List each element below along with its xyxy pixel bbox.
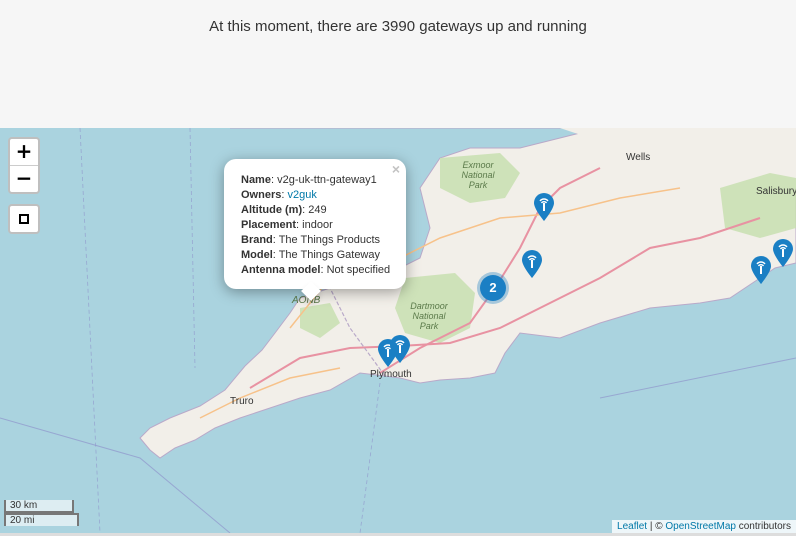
attribution-separator: | © — [647, 521, 666, 532]
osm-link[interactable]: OpenStreetMap — [665, 521, 736, 532]
field-label: Name — [241, 174, 271, 186]
gateway-count-headline: At this moment, there are 3990 gateways … — [209, 18, 587, 35]
field-label: Placement — [241, 219, 297, 231]
field-value: 249 — [308, 204, 327, 216]
field-value: indoor — [302, 219, 333, 231]
field-label: Antenna model — [241, 264, 321, 276]
locate-button[interactable] — [8, 204, 40, 234]
park-label-line: Dartmoor — [410, 301, 448, 311]
place-label: Plymouth — [370, 369, 412, 380]
square-icon — [19, 214, 29, 224]
zoom-out-button[interactable]: − — [10, 166, 38, 192]
gateway-map[interactable]: Wells Salisbury Plymouth Truro AONB Exmo… — [0, 128, 796, 533]
field-label: Model — [241, 249, 273, 261]
popup-field: Antenna model: Not specified — [241, 264, 391, 276]
owner-link[interactable]: v2guk — [287, 189, 316, 201]
park-label-exmoor: Exmoor National Park — [458, 160, 498, 190]
page-header: At this moment, there are 3990 gateways … — [0, 0, 796, 128]
place-label: Wells — [626, 152, 651, 163]
gateway-marker-icon[interactable] — [772, 238, 794, 268]
gateway-marker-icon[interactable] — [750, 255, 772, 285]
scale-km: 30 km — [4, 500, 74, 513]
gateway-marker-icon[interactable] — [389, 334, 411, 364]
field-value: v2g-uk-ttn-gateway1 — [277, 174, 377, 186]
popup-field: Owners: v2guk — [241, 189, 317, 201]
popup-field: Altitude (m): 249 — [241, 204, 327, 216]
popup-close-button[interactable]: × — [392, 161, 400, 177]
attribution-suffix: contributors — [735, 521, 791, 532]
field-label: Owners — [241, 189, 282, 201]
popup-field: Placement: indoor — [241, 219, 333, 231]
popup-field: Name: v2g-uk-ttn-gateway1 — [241, 174, 377, 186]
park-label-line: Exmoor — [462, 160, 494, 170]
gateway-marker-icon[interactable] — [533, 192, 555, 222]
field-label: Brand — [241, 234, 273, 246]
gateway-popup: × Name: v2g-uk-ttn-gateway1 Owners: v2gu… — [224, 159, 406, 301]
park-label-line: National — [412, 311, 446, 321]
park-label-dartmoor: Dartmoor National Park — [406, 301, 452, 331]
park-label-line: Park — [468, 180, 488, 190]
map-attribution: Leaflet | © OpenStreetMap contributors — [612, 520, 796, 533]
field-value: The Things Gateway — [278, 249, 380, 261]
gateway-marker-icon[interactable] — [521, 249, 543, 279]
leaflet-link[interactable]: Leaflet — [617, 521, 647, 532]
marker-cluster[interactable]: 2 — [480, 275, 506, 301]
park-label-line: Park — [419, 321, 439, 331]
park-label-line: National — [461, 170, 495, 180]
field-value: Not specified — [326, 264, 391, 276]
zoom-in-button[interactable]: + — [10, 139, 38, 166]
popup-field: Brand: The Things Products — [241, 234, 380, 246]
place-label: Salisbury — [756, 186, 796, 197]
field-value: The Things Products — [278, 234, 380, 246]
scale-mi: 20 mi — [4, 513, 79, 526]
popup-content: Name: v2g-uk-ttn-gateway1 Owners: v2guk … — [241, 173, 390, 278]
scale-bar: 30 km 20 mi — [4, 500, 79, 526]
field-label: Altitude (m) — [241, 204, 303, 216]
popup-field: Model: The Things Gateway — [241, 249, 380, 261]
zoom-control: + − — [8, 137, 40, 194]
place-label: Truro — [230, 396, 254, 407]
